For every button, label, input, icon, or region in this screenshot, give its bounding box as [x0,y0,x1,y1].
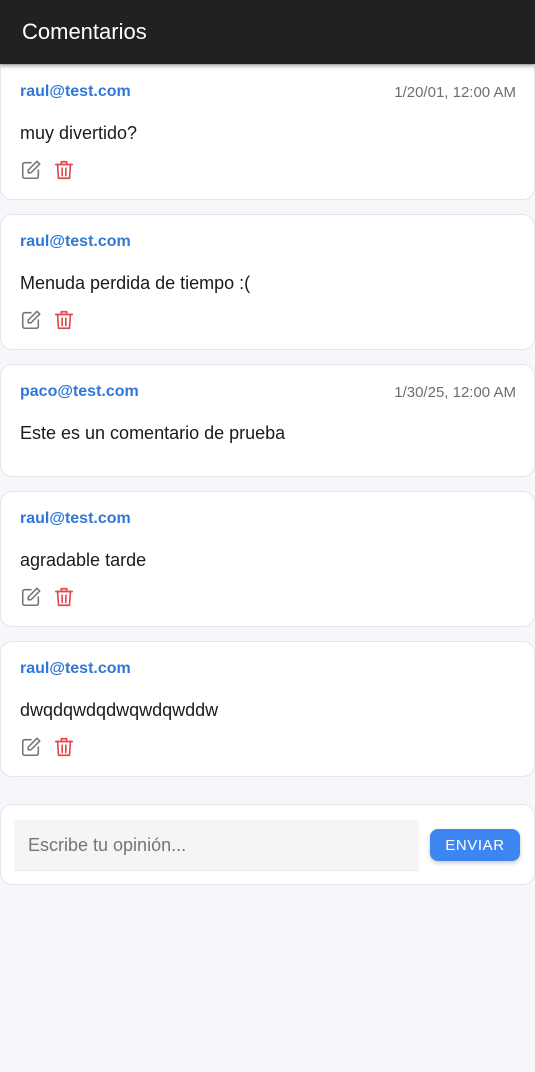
comment-card: raul@test.com dwqdqwdqdwqwdqwddw [0,641,535,777]
comment-text: Este es un comentario de prueba [20,423,286,443]
comment-author: paco@test.com [20,383,139,400]
comment-date: 1/30/25, 12:00 AM [394,384,516,401]
edit-icon [21,737,41,757]
app-bar: Comentarios [0,0,535,64]
comment-author: raul@test.com [20,660,131,677]
edit-icon [21,587,41,607]
edit-icon [21,310,41,330]
delete-button[interactable] [53,309,75,331]
delete-button[interactable] [53,736,75,758]
edit-icon [21,160,41,180]
comment-card: raul@test.com Menuda perdida de tiempo :… [0,214,535,350]
trash-icon [54,310,74,330]
send-button[interactable]: ENVIAR [430,829,520,861]
trash-icon [54,737,74,757]
edit-button[interactable] [20,736,42,758]
comment-text: agradable tarde [20,550,147,570]
comment-composer: ENVIAR [0,804,535,885]
edit-button[interactable] [20,309,42,331]
comment-text: dwqdqwdqdwqwdqwddw [20,700,219,720]
comment-text: Menuda perdida de tiempo :( [20,273,251,293]
comment-author: raul@test.com [20,233,131,250]
comment-card: raul@test.com agradable tarde [0,491,535,627]
comment-input[interactable] [14,820,419,871]
comment-card: paco@test.com 1/30/25, 12:00 AM Este es … [0,364,535,477]
comment-card: raul@test.com 1/20/01, 12:00 AM muy dive… [0,64,535,200]
comment-text: muy divertido? [20,123,138,143]
comment-author: raul@test.com [20,83,131,100]
trash-icon [54,160,74,180]
edit-button[interactable] [20,159,42,181]
trash-icon [54,587,74,607]
comment-date: 1/20/01, 12:00 AM [394,84,516,101]
edit-button[interactable] [20,586,42,608]
delete-button[interactable] [53,159,75,181]
comment-author: raul@test.com [20,510,131,527]
page-title: Comentarios [22,19,147,44]
delete-button[interactable] [53,586,75,608]
